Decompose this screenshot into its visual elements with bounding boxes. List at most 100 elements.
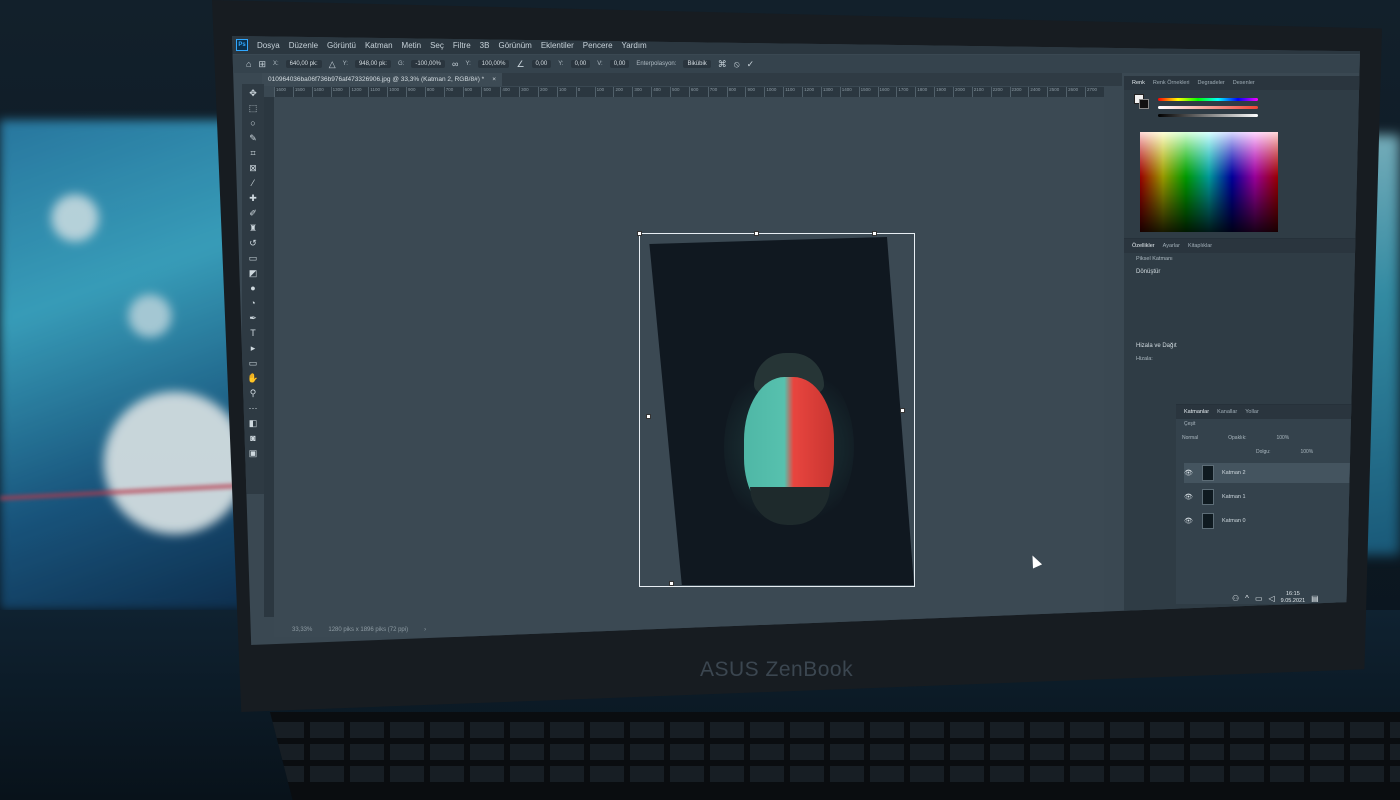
menu-plugins[interactable]: Eklentiler	[541, 41, 574, 50]
notification-icon[interactable]: ▤	[1311, 594, 1319, 603]
layer-row[interactable]: 👁 Katman 0	[1184, 511, 1354, 531]
eyedropper-tool-icon[interactable]: ⁄	[246, 177, 260, 189]
tab-gradients[interactable]: Degradeler	[1198, 80, 1225, 86]
opacity-value[interactable]: 100%	[1276, 435, 1289, 441]
menu-select[interactable]: Seç	[430, 41, 444, 50]
status-arrow-icon[interactable]: ›	[424, 627, 426, 633]
hand-tool-icon[interactable]: ✋	[246, 372, 260, 384]
stamp-tool-icon[interactable]: ♜	[246, 222, 260, 234]
tab-color[interactable]: Renk	[1132, 80, 1145, 86]
tab-adjustments[interactable]: Ayarlar	[1163, 243, 1180, 249]
color-swatch-icon[interactable]: ◧	[246, 417, 260, 429]
tab-paths[interactable]: Yollar	[1245, 409, 1259, 415]
tab-libraries[interactable]: Kitaplıklar	[1188, 243, 1212, 249]
align-title[interactable]: Hizala ve Dağıt	[1124, 339, 1360, 353]
document-tab[interactable]: 010964036ba06f736b976af473326906.jpg @ 3…	[262, 73, 503, 86]
blur-tool-icon[interactable]: ●	[246, 282, 260, 294]
tab-layers[interactable]: Katmanlar	[1184, 409, 1209, 415]
height-field[interactable]: 100,00%	[477, 60, 510, 68]
menu-view[interactable]: Görünüm	[498, 41, 531, 50]
brush-tool-icon[interactable]: ✐	[246, 207, 260, 219]
path-select-tool-icon[interactable]: ▸	[246, 342, 260, 354]
layer-filter-input[interactable]: Çeşit	[1184, 421, 1195, 427]
close-tab-icon[interactable]: ×	[492, 76, 496, 83]
healing-tool-icon[interactable]: ✚	[246, 192, 260, 204]
layer-row[interactable]: 👁 Katman 2	[1184, 463, 1354, 483]
menu-edit[interactable]: Düzenle	[289, 41, 318, 50]
reference-point-icon[interactable]: ⊞	[258, 59, 266, 70]
crop-tool-icon[interactable]: ⌗	[246, 147, 260, 159]
commit-icon[interactable]: ✓	[747, 59, 755, 70]
history-brush-icon[interactable]: ↺	[246, 237, 260, 249]
quick-select-tool-icon[interactable]: ✎	[246, 132, 260, 144]
hskew-field[interactable]: 0,00	[570, 60, 591, 68]
y-field[interactable]: 948,00 pk:	[354, 60, 391, 68]
transform-handle-tc[interactable]	[754, 231, 759, 236]
transform-handle-tr[interactable]	[872, 231, 877, 236]
tab-patterns[interactable]: Desenler	[1233, 80, 1255, 86]
fg-bg-swatches[interactable]	[1134, 94, 1150, 110]
warp-icon[interactable]: ⌘	[718, 59, 727, 70]
menu-filter[interactable]: Filtre	[453, 41, 471, 50]
transform-handle-mr[interactable]	[900, 408, 905, 413]
color-spectrum[interactable]	[1140, 132, 1278, 232]
lasso-tool-icon[interactable]: ○	[246, 117, 260, 129]
transform-handle-tl[interactable]	[637, 231, 642, 236]
pen-tool-icon[interactable]: ✒	[246, 312, 260, 324]
frame-tool-icon[interactable]: ⊠	[246, 162, 260, 174]
menu-help[interactable]: Yardım	[622, 41, 647, 50]
dodge-tool-icon[interactable]: ◔	[246, 297, 260, 309]
transformed-image[interactable]	[649, 237, 914, 585]
x-field[interactable]: 640,00 pk:	[285, 60, 322, 68]
visibility-eye-icon[interactable]: 👁	[1184, 517, 1194, 525]
interpolation-select[interactable]: Bikübik	[683, 60, 711, 68]
tab-channels[interactable]: Kanallar	[1217, 409, 1237, 415]
screen-mode-icon[interactable]: ▣	[246, 447, 260, 459]
menu-file[interactable]: Dosya	[257, 41, 280, 50]
hue-slider[interactable]	[1158, 98, 1258, 101]
type-tool-icon[interactable]: T	[246, 327, 260, 339]
people-icon[interactable]: ⚇	[1232, 594, 1239, 603]
menu-image[interactable]: Görüntü	[327, 41, 356, 50]
clock[interactable]: 16:15 9.05.2021	[1281, 591, 1305, 605]
delta-icon[interactable]: △	[329, 59, 336, 70]
fill-value[interactable]: 100%	[1300, 449, 1313, 455]
brightness-slider[interactable]	[1158, 114, 1258, 117]
menu-3d[interactable]: 3B	[480, 41, 490, 50]
transform-handle-ml[interactable]	[646, 414, 651, 419]
menu-window[interactable]: Pencere	[583, 41, 613, 50]
angle-field[interactable]: 0,00	[531, 60, 552, 68]
chevron-up-icon[interactable]: ^	[1245, 594, 1249, 603]
zoom-level[interactable]: 33,33%	[292, 627, 312, 633]
network-icon[interactable]: ▭	[1255, 594, 1263, 603]
tab-properties[interactable]: Özellikler	[1132, 243, 1155, 249]
saturation-slider[interactable]	[1158, 106, 1258, 109]
marquee-tool-icon[interactable]: ⬚	[246, 102, 260, 114]
move-tool-icon[interactable]: ✥	[246, 87, 260, 99]
zoom-tool-icon[interactable]: ⚲	[246, 387, 260, 399]
transform-handle-bl[interactable]	[669, 581, 674, 586]
layer-name[interactable]: Katman 2	[1222, 470, 1246, 476]
quick-mask-icon[interactable]: ◙	[246, 432, 260, 444]
gradient-tool-icon[interactable]: ◩	[246, 267, 260, 279]
layer-name[interactable]: Katman 1	[1222, 494, 1246, 500]
visibility-eye-icon[interactable]: 👁	[1184, 493, 1194, 501]
rectangle-tool-icon[interactable]: ▭	[246, 357, 260, 369]
link-icon[interactable]: ∞	[452, 59, 458, 69]
vskew-field[interactable]: 0,00	[609, 60, 630, 68]
width-field[interactable]: -100,00%	[411, 60, 446, 68]
transform-fields[interactable]	[1124, 279, 1360, 339]
canvas-area[interactable]	[274, 97, 1104, 637]
background-color[interactable]	[1139, 99, 1149, 109]
layer-row[interactable]: 👁 Katman 1	[1184, 487, 1354, 507]
visibility-eye-icon[interactable]: 👁	[1184, 469, 1194, 477]
transform-title[interactable]: Dönüştür	[1124, 265, 1360, 279]
menu-type[interactable]: Metin	[402, 41, 422, 50]
blend-mode-select[interactable]: Normal	[1182, 435, 1198, 441]
menu-layer[interactable]: Katman	[365, 41, 393, 50]
volume-icon[interactable]: ◁	[1269, 594, 1275, 603]
more-tools-icon[interactable]: ⋯	[246, 402, 260, 414]
home-icon[interactable]: ⌂	[246, 59, 251, 69]
eraser-tool-icon[interactable]: ▭	[246, 252, 260, 264]
tab-swatches[interactable]: Renk Örnekleri	[1153, 80, 1190, 86]
